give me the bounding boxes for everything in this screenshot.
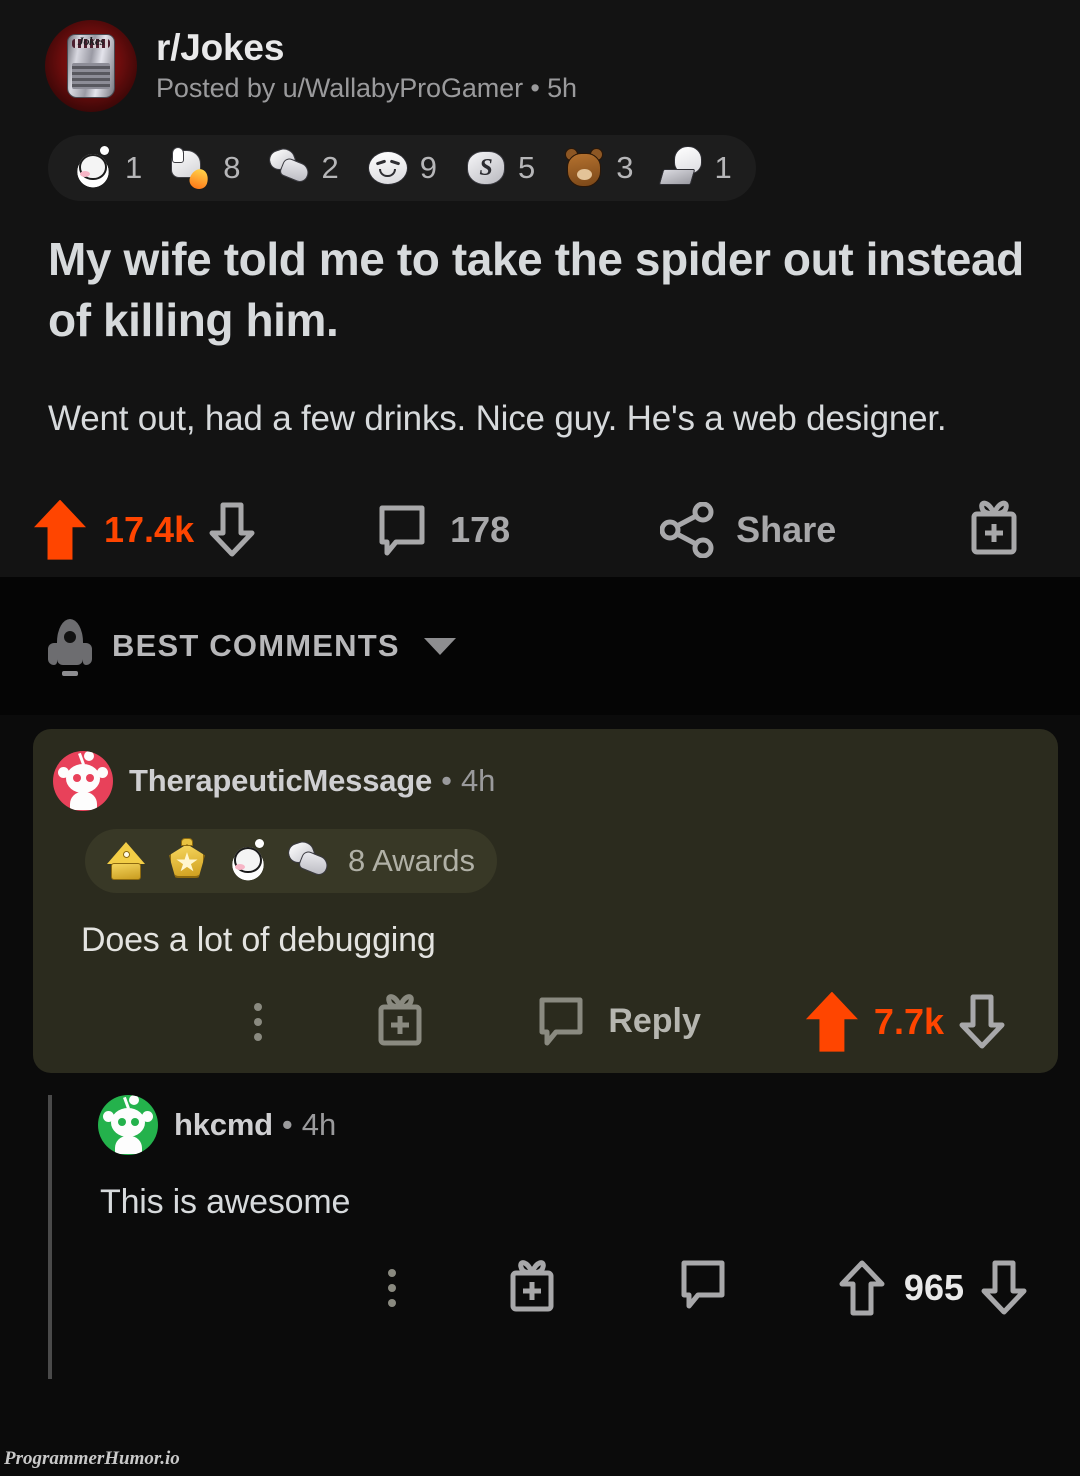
award-count: 9 (419, 150, 437, 185)
reply-action-bar: 965 (98, 1222, 1080, 1319)
award-count: 3 (616, 150, 634, 185)
share-icon (660, 501, 714, 558)
comment-bubble-icon (379, 505, 425, 556)
chevron-down-icon[interactable] (423, 637, 456, 655)
gift-award-icon (510, 1260, 554, 1312)
snoo-avatar-red[interactable] (53, 751, 113, 812)
award-count: 8 (223, 150, 241, 185)
post-awards-bar[interactable]: 1 8 2 9 S 5 3 1 (48, 135, 756, 201)
gold-pyramid-award-icon (103, 838, 149, 884)
gift-award-icon (378, 994, 422, 1046)
post-comments-button[interactable]: 178 (376, 502, 510, 558)
comment-reply-label: Reply (608, 1002, 701, 1041)
handshake-award-icon (266, 145, 313, 191)
award-item[interactable]: 1 (658, 145, 732, 191)
post-title: My wife told me to take the spider out i… (48, 233, 1024, 346)
subreddit-avatar[interactable]: Jokes (45, 20, 137, 112)
arrow-up-outline-icon[interactable] (838, 1260, 886, 1316)
comment-header: TherapeuticMessage • 4h (33, 751, 1058, 812)
award-item[interactable]: 1 (70, 145, 142, 191)
comment-bubble-icon (681, 1260, 725, 1309)
snoo-avatar-green[interactable] (98, 1095, 158, 1156)
reply-timestamp: 4h (301, 1107, 337, 1143)
reply-comment-button[interactable] (678, 1258, 728, 1317)
arrow-down-outline-icon[interactable] (958, 994, 1006, 1050)
post-header-text: r/Jokes Posted by u/WallabyProGamer • 5h (156, 28, 577, 104)
smiling-face-award-icon (365, 145, 411, 191)
subreddit-avatar-label: Jokes (77, 34, 105, 48)
watermark: ProgrammerHumor.io (4, 1448, 180, 1469)
reply-header: hkcmd • 4h (98, 1095, 1080, 1156)
bear-hug-award-icon (561, 145, 607, 191)
snoo-laptop-award-icon (658, 145, 706, 191)
comment-card: TherapeuticMessage • 4h 8 Awards Does a … (33, 729, 1058, 1074)
comment-vote-group: 7.7k (805, 991, 1006, 1052)
overflow-dots-icon[interactable] (387, 1268, 396, 1307)
rocket-icon (48, 619, 92, 677)
post-action-bar: 17.4k 178 Share (0, 444, 1080, 563)
arrow-down-outline-icon[interactable] (208, 502, 256, 558)
gift-award-icon (971, 500, 1017, 555)
comment-awards-count: 8 Awards (348, 843, 475, 879)
reddit-post-screenshot: Jokes r/Jokes Posted by u/WallabyProGame… (0, 0, 1080, 1476)
comment-timestamp: 4h (460, 763, 496, 799)
thumbs-up-flame-award-icon (168, 145, 214, 192)
post-body: Went out, had a few drinks. Nice guy. He… (48, 399, 947, 439)
award-count: 1 (714, 150, 732, 185)
comment-bubble-icon (539, 997, 583, 1046)
overflow-dots-icon[interactable] (254, 1002, 263, 1041)
reply-vote-group: 965 (838, 1260, 1028, 1316)
reply-separator: • (281, 1107, 293, 1143)
post-share-button[interactable]: Share (660, 501, 837, 558)
award-count: 1 (125, 150, 143, 185)
comments-area: TherapeuticMessage • 4h 8 Awards Does a … (0, 729, 1080, 1380)
comments-sort-bar[interactable]: BEST COMMENTS (0, 577, 1080, 716)
thread-line[interactable] (48, 1095, 52, 1380)
sort-label: BEST COMMENTS (112, 628, 400, 664)
award-count: 5 (518, 150, 536, 185)
award-item[interactable]: 2 (266, 145, 339, 191)
comment-action-bar: Reply 7.7k (33, 960, 1058, 1053)
post-meta[interactable]: Posted by u/WallabyProGamer • 5h (156, 73, 577, 104)
reply-author[interactable]: hkcmd (174, 1107, 273, 1143)
reply-score: 965 (903, 1266, 964, 1308)
award-item[interactable]: S 5 (463, 145, 535, 191)
post-comment-count: 178 (450, 508, 511, 550)
reply-body: This is awesome (100, 1183, 351, 1222)
post-section: Jokes r/Jokes Posted by u/WallabyProGame… (0, 0, 1080, 578)
snoo-wink-award-icon (225, 838, 271, 885)
comment-author[interactable]: TherapeuticMessage (129, 763, 432, 799)
reply-thread: hkcmd • 4h This is awesome 965 (0, 1095, 1080, 1380)
comment-body: Does a lot of debugging (81, 921, 436, 960)
arrow-down-outline-icon[interactable] (980, 1260, 1028, 1316)
comment-score: 7.7k (873, 1000, 944, 1042)
gold-star-award-icon (164, 838, 210, 884)
arrow-up-filled-icon[interactable] (34, 499, 86, 560)
subreddit-name[interactable]: r/Jokes (156, 28, 577, 68)
post-vote-group: 17.4k (34, 499, 256, 560)
award-count: 2 (321, 150, 339, 185)
post-share-label: Share (736, 508, 837, 550)
post-header: Jokes r/Jokes Posted by u/WallabyProGame… (0, 0, 1080, 112)
arrow-up-filled-icon[interactable] (805, 991, 858, 1052)
handshake-award-icon (285, 838, 332, 884)
snoo-wink-award-icon (70, 145, 116, 191)
award-item[interactable]: 8 (168, 145, 241, 192)
comment-separator: • (441, 763, 452, 799)
silver-award-icon: S (463, 145, 509, 191)
comment-reply-button[interactable]: Reply (536, 995, 701, 1049)
award-item[interactable]: 3 (561, 145, 634, 191)
post-award-button[interactable] (966, 496, 1022, 563)
post-score: 17.4k (104, 508, 195, 550)
reply-award-button[interactable] (506, 1256, 558, 1319)
comment-award-button[interactable] (374, 990, 426, 1053)
comment-awards-bar[interactable]: 8 Awards (85, 829, 497, 894)
award-item[interactable]: 9 (365, 145, 437, 191)
